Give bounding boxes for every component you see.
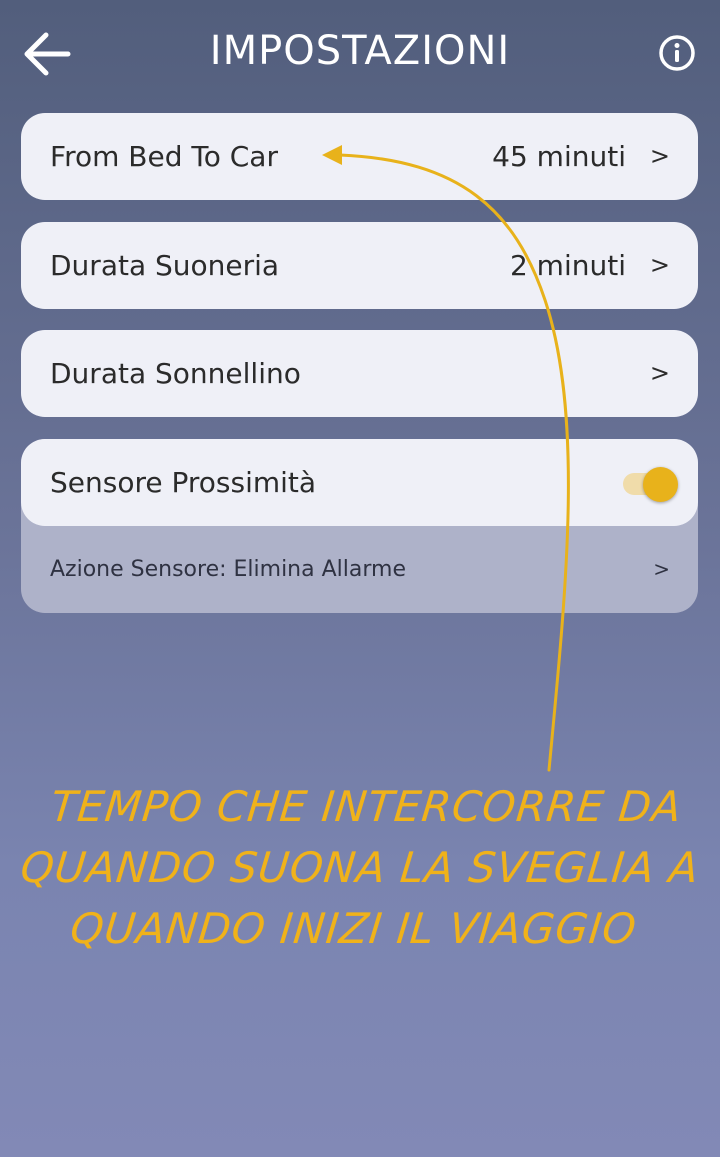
info-circle-icon [659,35,695,71]
chevron-right-icon: > [649,142,670,170]
setting-durata-suoneria[interactable]: Durata Suoneria 2 minuti > [21,222,698,309]
sensor-action-label: Azione Sensore: Elimina Allarme [50,557,406,582]
setting-label: From Bed To Car [50,140,278,173]
annotation-line: QUANDO SUONA LA SVEGLIA A [18,843,702,892]
setting-label: Durata Suoneria [50,249,280,282]
page-title: IMPOSTAZIONI [209,28,511,74]
annotation-line: TEMPO CHE INTERCORRE DA [48,782,685,831]
setting-label: Durata Sonnellino [50,357,301,390]
setting-value: 45 minuti [492,140,626,173]
setting-azione-sensore[interactable]: Azione Sensore: Elimina Allarme > [21,526,698,613]
chevron-right-icon: > [653,557,670,581]
annotation-text: TEMPO CHE INTERCORRE DA QUANDO SUONA LA … [10,776,709,959]
chevron-right-icon: > [649,359,670,387]
setting-value: 2 minuti [509,249,626,282]
setting-sensore-prossimita: Sensore Prossimità [21,439,698,526]
setting-label: Sensore Prossimità [50,466,317,499]
setting-durata-sonnellino[interactable]: Durata Sonnellino > [21,330,698,417]
toggle-thumb [643,467,678,502]
info-button[interactable] [654,30,700,76]
setting-from-bed-to-car[interactable]: From Bed To Car 45 minuti > [21,113,698,200]
sensor-settings-group: Sensore Prossimità Azione Sensore: Elimi… [21,439,698,613]
chevron-right-icon: > [649,251,670,279]
header-bar: IMPOSTAZIONI [0,0,720,110]
proximity-sensor-toggle[interactable] [623,467,679,502]
annotation-line: QUANDO INIZI IL VIAGGIO [68,904,640,953]
